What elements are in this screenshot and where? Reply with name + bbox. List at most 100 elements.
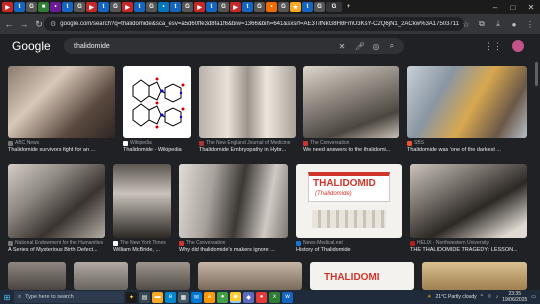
file-explorer-icon[interactable]: ▬ [152,291,163,303]
microphone-icon[interactable]: 🎤︎ [354,38,366,54]
result-image[interactable]: THALIDOMI [310,262,414,290]
result-title[interactable]: THE THALIDOMIDE TRAGEDY: LESSON... [410,247,518,253]
windows-start-icon[interactable]: ⊞ [0,290,14,304]
tab-t8[interactable]: t [302,2,313,12]
tray-chevron-icon[interactable]: ^ [481,294,483,300]
search-input[interactable]: thalidomide ✕ 🎤︎ ◎ ⌕ [64,38,404,54]
address-bar[interactable]: ⚙ google.com/search?q=thalidomide&sca_es… [44,17,464,31]
avatar[interactable] [512,40,524,52]
task-view-icon[interactable]: ▤ [139,291,150,303]
tab-g5[interactable]: G [182,2,193,12]
result-title[interactable]: Why did thalidomide's makers ignore ... [179,247,275,253]
search-query[interactable]: thalidomide [74,43,110,50]
result-image[interactable] [199,66,296,138]
weather-text[interactable]: 21°C Partly cloudy [435,294,476,300]
tab-yt2[interactable]: ▶ [86,2,97,12]
result-title[interactable]: Thalidomide Embryopathy in Hybr... [199,147,286,153]
result-title[interactable]: History of Thalidomide [296,247,351,253]
download-icon[interactable]: ⤓ [492,17,504,31]
result-title[interactable]: William McBride, ... [113,247,160,253]
apps-grid-icon[interactable]: ⋮⋮ [484,41,502,52]
result-title[interactable]: Thalidomide survivors fight for an ... [8,147,95,153]
profile-icon[interactable]: ● [508,17,520,31]
tab-t3[interactable]: t [98,2,109,12]
result-image[interactable] [136,262,190,290]
clock[interactable]: 23:35 19/06/2025 [502,291,527,303]
tab-orange[interactable]: • [266,2,277,12]
tab-g1[interactable]: G [26,2,37,12]
notifications-icon[interactable]: ▭ [531,294,536,300]
tab-purple[interactable]: • [50,2,61,12]
tab-g6[interactable]: G [218,2,229,12]
tab-blue[interactable]: • [158,2,169,12]
store-icon[interactable]: ▦ [178,291,189,303]
tab-g4[interactable]: G [146,2,157,12]
chrome-icon[interactable]: ◉ [230,291,241,303]
result-image[interactable] [422,262,527,290]
tab-t5[interactable]: t [170,2,181,12]
tab-g9[interactable]: G [314,2,325,12]
result-image[interactable] [410,164,527,238]
clear-icon[interactable]: ✕ [336,38,348,54]
app-icon[interactable]: ◆ [243,291,254,303]
result-image[interactable] [123,66,191,138]
mail-icon[interactable]: ✉ [191,291,202,303]
google-logo[interactable]: Google [12,39,51,53]
tab-g2[interactable]: G [74,2,85,12]
tab-yt3[interactable]: ▶ [122,2,133,12]
result-image[interactable] [113,164,171,238]
tab-g3[interactable]: G [110,2,121,12]
tab-g7[interactable]: G [254,2,265,12]
close-icon[interactable]: ✕ [522,0,540,14]
back-icon[interactable]: ← [3,17,15,31]
result-title[interactable]: Thalidomide - Wikipedia [123,147,182,153]
amazon-icon[interactable]: a [204,291,215,303]
lens-icon[interactable]: ◎ [370,38,382,54]
tab-youtube[interactable]: ▶ [2,2,13,12]
url-text[interactable]: google.com/search?q=thalidomide&sca_esv=… [60,21,460,27]
result-image[interactable] [407,66,527,138]
tab-t4[interactable]: t [134,2,145,12]
network-icon[interactable]: ⌔ [487,294,492,300]
tab-active-google[interactable]: G [326,2,342,12]
excel-icon[interactable]: x [269,291,280,303]
green-app-icon[interactable]: ● [217,291,228,303]
menu-icon[interactable]: ⋮ [524,17,536,31]
result-image[interactable] [74,262,128,290]
copilot-icon[interactable]: ✦ [126,291,137,303]
forward-icon[interactable]: → [18,17,30,31]
result-image[interactable] [198,262,302,290]
bookmark-star-icon[interactable]: ☆ [460,17,472,31]
site-info-icon[interactable]: ⚙ [50,20,56,28]
scrollbar[interactable] [535,62,538,86]
tab-yt4[interactable]: ▶ [194,2,205,12]
taskbar-search[interactable]: ⌕ Type here to search [14,291,124,303]
minimize-icon[interactable]: – [486,0,504,14]
tab-t6[interactable]: t [206,2,217,12]
tab-t7[interactable]: t [242,2,253,12]
result-image[interactable] [8,262,66,290]
taskbar: ⊞ ⌕ Type here to search ✦ ▤ ▬ e ▦ ✉ a ● … [0,290,540,304]
search-icon[interactable]: ⌕ [386,38,398,54]
tab-t1[interactable]: t [14,2,25,12]
maximize-icon[interactable]: □ [504,0,522,14]
result-image[interactable] [303,66,399,138]
result-title[interactable]: We need answers to the thalidomi... [303,147,390,153]
result-image[interactable]: THALIDOMID (Thalidomide) [296,164,402,238]
tab-yellow[interactable]: ★ [290,2,301,12]
result-title[interactable]: A Series of Mysterious Birth Defect... [8,247,98,253]
new-tab-icon[interactable]: + [343,2,354,12]
red-app-icon[interactable]: ● [256,291,267,303]
result-image[interactable] [179,164,288,238]
tab-yt5[interactable]: ▶ [230,2,241,12]
edge-icon[interactable]: e [165,291,176,303]
extensions-icon[interactable]: ⧉ [476,17,488,31]
tab-g8[interactable]: G [278,2,289,12]
result-image[interactable] [8,164,105,238]
tab-t2[interactable]: t [62,2,73,12]
result-title[interactable]: Thalidomide was 'one of the darkest ... [407,147,501,153]
tab-green[interactable]: ■ [38,2,49,12]
result-image[interactable] [8,66,115,138]
word-icon[interactable]: w [282,291,293,303]
volume-icon[interactable]: ♪ [496,294,499,300]
